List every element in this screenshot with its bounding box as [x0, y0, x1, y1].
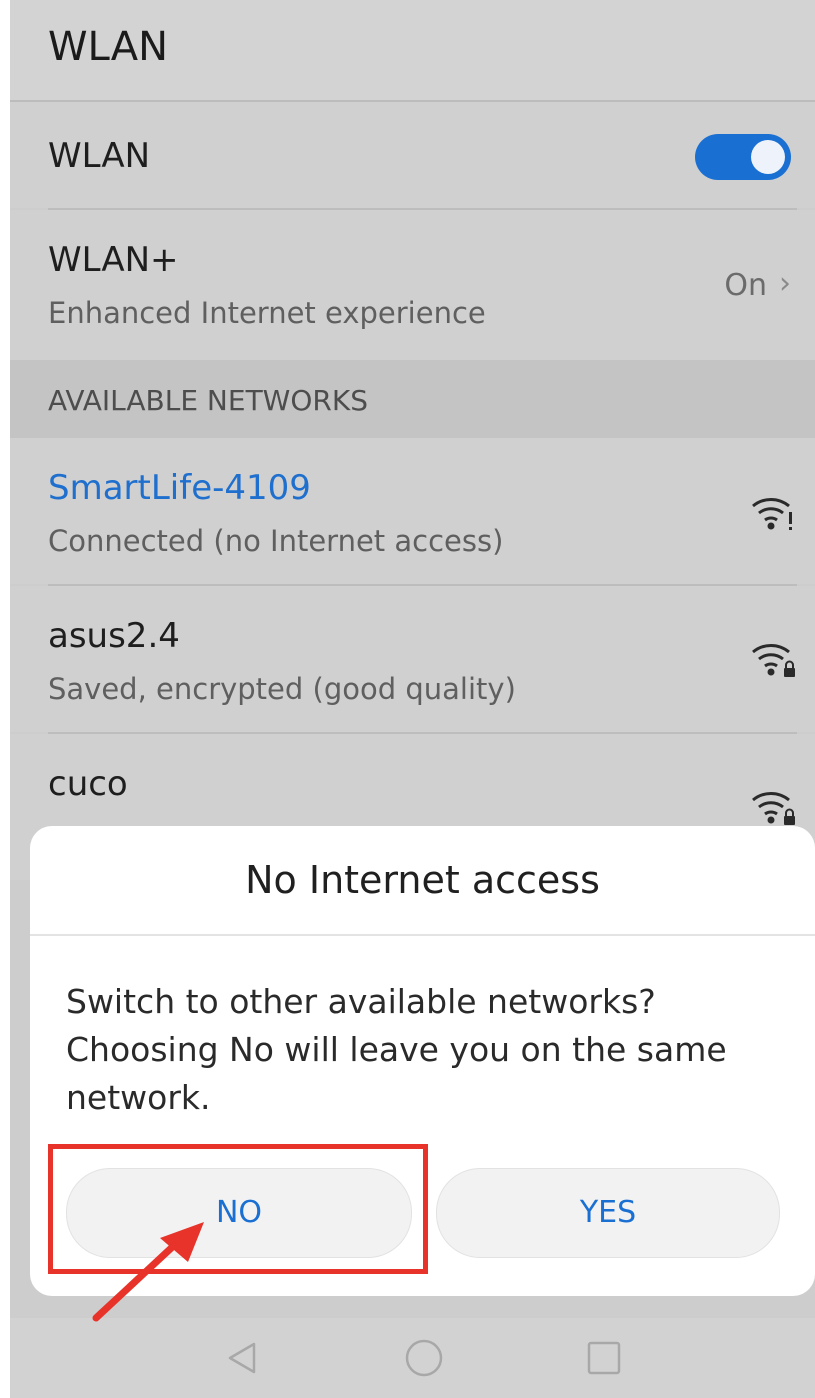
wifi-lock-icon: [752, 644, 795, 677]
chevron-right-icon: ›: [779, 266, 791, 301]
wlan-switch-knob: [751, 140, 785, 174]
wlan-switch[interactable]: [695, 134, 791, 180]
network-name: asus2.4: [48, 616, 180, 656]
section-header: AVAILABLE NETWORKS: [10, 360, 815, 438]
navigation-bar: [10, 1318, 815, 1398]
dialog-message: Switch to other available networks? Choo…: [66, 982, 727, 1117]
dialog-divider: [30, 934, 815, 936]
page-title: WLAN: [48, 24, 169, 70]
network-name: cuco: [48, 764, 128, 804]
highlight-box: [48, 1144, 428, 1274]
recents-icon[interactable]: [584, 1338, 624, 1378]
wifi-warning-icon: [752, 498, 792, 530]
dialog-title: No Internet access: [245, 858, 600, 902]
wlan-toggle-label: WLAN: [48, 136, 151, 176]
network-status: Connected (no Internet access): [48, 524, 504, 558]
wlan-plus-label: WLAN+: [48, 240, 179, 280]
wlan-plus-value: On: [724, 268, 767, 303]
back-icon[interactable]: [222, 1338, 262, 1378]
wlan-toggle-row[interactable]: WLAN: [10, 102, 815, 208]
network-status: Saved, encrypted (good quality): [48, 672, 516, 706]
wifi-lock-icon: [752, 792, 795, 825]
network-item-smartlife[interactable]: SmartLife-4109 Connected (no Internet ac…: [10, 438, 815, 584]
section-header-label: AVAILABLE NETWORKS: [48, 384, 368, 417]
network-item-asus[interactable]: asus2.4 Saved, encrypted (good quality): [10, 586, 815, 732]
network-name: SmartLife-4109: [48, 468, 311, 508]
home-icon[interactable]: [402, 1336, 446, 1380]
yes-button[interactable]: YES: [436, 1168, 780, 1258]
title-bar: WLAN: [10, 0, 815, 102]
wlan-plus-subtitle: Enhanced Internet experience: [48, 296, 486, 330]
wlan-plus-row[interactable]: WLAN+ Enhanced Internet experience On ›: [10, 210, 815, 360]
